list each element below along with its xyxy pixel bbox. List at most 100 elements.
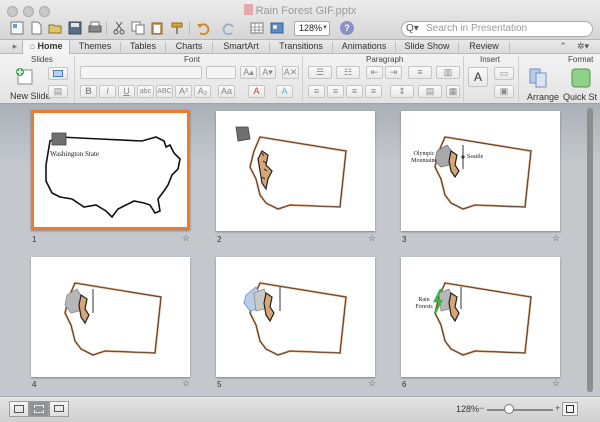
help-button[interactable]: ? [340,21,354,35]
line-spacing-button[interactable]: ≡ [408,66,432,79]
tab-themes[interactable]: Themes [70,40,120,54]
zoom-slider-knob[interactable] [504,404,514,414]
copy-icon[interactable] [131,21,145,35]
change-case-button[interactable]: Aa [218,85,235,98]
cut-icon[interactable] [112,21,126,35]
slide-thumbnail-1[interactable]: Washington State [31,110,190,230]
paste-icon[interactable] [150,21,164,35]
numbering-button[interactable]: ☷ [336,66,360,79]
grow-font-button[interactable]: A▴ [240,66,257,79]
arrange-label[interactable]: Arrange [527,92,559,102]
tab-home[interactable]: ⌂ Home [22,40,70,54]
slide-number: 4 [32,380,37,389]
ribbon-arrow-icon[interactable]: ▸ [10,40,20,54]
layout-icon [53,70,63,77]
redo-icon[interactable] [222,21,236,35]
zoom-slider[interactable] [487,409,553,411]
smartart-convert-button[interactable]: ▦ [446,85,460,98]
clear-formatting-button[interactable]: A✕ [282,66,299,79]
slide-thumbnail-5[interactable] [216,257,375,377]
quick-styles-label[interactable]: Quick St [563,92,597,102]
tab-transitions[interactable]: Transitions [270,40,332,54]
zoom-level: 128% [456,404,480,414]
star-icon: ☆ [552,378,561,388]
align-text-button[interactable]: ▤ [418,85,442,98]
chevron-down-icon[interactable]: ▼ [322,25,328,31]
decrease-indent-button[interactable]: ⇤ [366,66,383,79]
columns-button[interactable]: ▥ [436,66,460,79]
slide-sorter-icon [34,405,44,413]
home-icon: ⌂ [29,41,35,51]
picture-button[interactable]: ▣ [494,85,514,98]
new-slide-icon[interactable] [14,67,34,87]
underline-button[interactable]: U [118,85,135,98]
star-icon: ☆ [368,378,377,388]
toolbar-separator [106,21,107,35]
slide-layout-button[interactable] [48,67,68,80]
text-direction-button[interactable]: ⇕ [390,85,414,98]
insert-table-icon[interactable] [250,21,264,35]
slide-label-seattle: Seattle [467,154,484,160]
bold-button[interactable]: B [80,85,97,98]
save-icon[interactable] [68,21,82,35]
arrange-icon[interactable] [528,67,548,89]
tab-slide-show[interactable]: Slide Show [396,40,458,54]
tab-smartart[interactable]: SmartArt [213,40,269,54]
slide-sorter: Washington State 1 ☆ 2 ☆ Olympic Mountai… [0,104,600,396]
collapse-ribbon-icon[interactable]: ⌃ [558,40,568,54]
justify-button[interactable]: ≡ [365,85,382,98]
slide-label-rain-forests: Rain Forests [415,297,433,310]
slide-thumbnail-3[interactable]: Olympic Mountains Seattle [401,111,560,231]
strikethrough-button[interactable]: ABC [156,85,173,98]
new-icon[interactable] [29,21,43,35]
italic-button[interactable]: I [99,85,116,98]
new-slide-label[interactable]: New Slide [10,91,51,101]
undo-icon[interactable] [196,21,210,35]
align-right-button[interactable]: ≡ [346,85,363,98]
increase-indent-button[interactable]: ⇥ [385,66,402,79]
tab-separator [509,42,510,52]
text-effects-button[interactable]: A [276,85,293,98]
usa-map-outline [45,132,181,219]
presenter-icon [54,405,64,412]
zoom-out-icon[interactable]: − [479,403,484,413]
gallery-icon[interactable] [10,21,24,35]
normal-view-icon [14,405,24,413]
font-color-button[interactable]: A [248,85,265,98]
normal-view-button[interactable] [9,401,29,417]
shrink-font-button[interactable]: A▾ [259,66,276,79]
media-browser-icon[interactable] [270,21,284,35]
slide-show-view-button[interactable] [49,401,69,417]
quick-styles-icon[interactable] [570,67,592,89]
group-label-insert: Insert [480,55,501,64]
tab-tables[interactable]: Tables [121,40,165,54]
fit-to-window-button[interactable] [562,402,578,416]
section-button[interactable]: ▤ [48,85,68,98]
font-name-select[interactable] [80,66,202,79]
slide-thumbnail-4[interactable] [31,257,190,377]
align-left-button[interactable]: ≡ [308,85,325,98]
search-input[interactable]: Search in Presentation [401,21,593,37]
tab-review[interactable]: Review [459,40,509,54]
open-icon[interactable] [48,21,62,35]
ribbon-settings-icon[interactable]: ✲▾ [574,40,592,54]
zoom-in-icon[interactable]: + [555,403,560,413]
title-bar: Rain Forest GIF.pptx 128% ▼ ? Search in … [0,0,600,40]
font-size-select[interactable] [206,66,236,79]
slide-thumbnail-2[interactable] [216,111,375,231]
align-center-button[interactable]: ≡ [327,85,344,98]
shape-button[interactable]: ▭ [494,67,514,80]
bullets-button[interactable]: ☰ [308,66,332,79]
slide-sorter-view-button[interactable] [29,401,49,417]
print-icon[interactable] [88,21,102,35]
subscript-button[interactable]: A₂ [194,85,211,98]
slide-thumbnail-6[interactable]: Rain Forests [401,257,560,377]
format-painter-icon[interactable] [170,21,184,35]
superscript-button[interactable]: A² [175,85,192,98]
tab-charts[interactable]: Charts [166,40,212,54]
tab-animations[interactable]: Animations [333,40,395,54]
shadow-button[interactable]: abc [137,85,154,98]
text-box-button[interactable]: A [468,67,488,87]
vertical-scrollbar[interactable] [586,106,594,394]
scrollbar-thumb[interactable] [587,108,593,392]
